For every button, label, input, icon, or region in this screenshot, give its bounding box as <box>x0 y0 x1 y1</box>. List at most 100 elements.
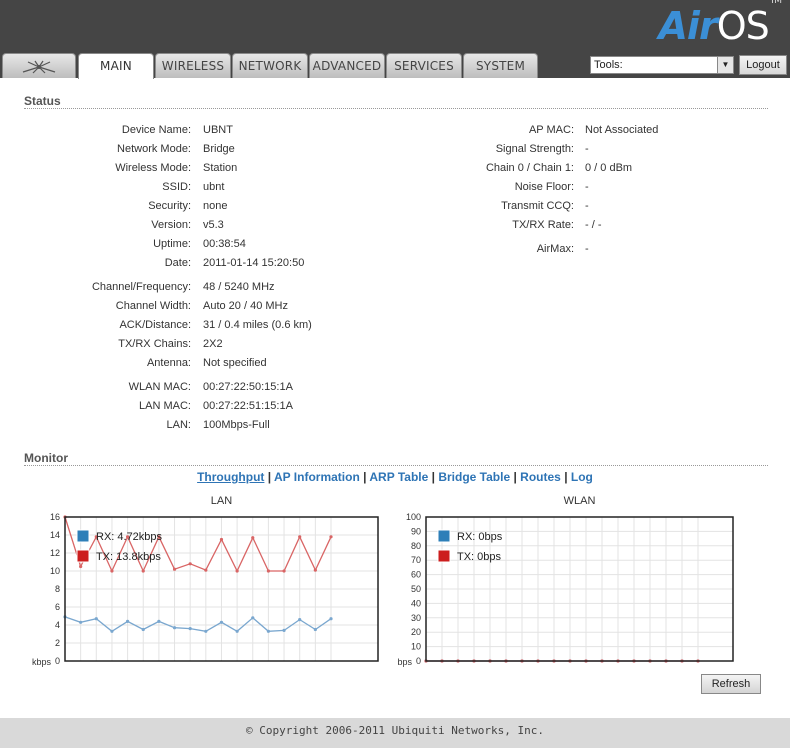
monitor-link-ap-information[interactable]: AP Information <box>274 470 360 484</box>
status-label: LAN: <box>166 419 191 431</box>
status-label: Transmit CCQ: <box>501 200 574 212</box>
tx-data-point <box>235 569 239 573</box>
status-label: TX/RX Chains: <box>118 338 191 350</box>
tools-select[interactable]: Tools: ▼ <box>590 56 734 74</box>
monitor-section-title: Monitor <box>24 451 68 465</box>
monitor-link-log[interactable]: Log <box>571 470 593 484</box>
monitor-link-arp-table[interactable]: ARP Table <box>369 470 428 484</box>
logout-button[interactable]: Logout <box>739 55 787 75</box>
status-value: none <box>203 200 228 212</box>
status-value: - <box>585 181 589 193</box>
status-value: 2X2 <box>203 338 223 350</box>
rx-data-point <box>79 620 83 624</box>
y-tick-label: 8 <box>55 584 60 594</box>
status-value: Station <box>203 162 238 174</box>
tx-data-point <box>204 568 208 572</box>
y-tick-label: 10 <box>50 566 60 576</box>
y-tick-label: 70 <box>411 555 421 565</box>
status-label: Chain 0 / Chain 1: <box>485 162 574 174</box>
status-value: 00:27:22:51:15:1A <box>203 400 293 412</box>
y-tick-label: 14 <box>50 530 60 540</box>
tx-legend-label: TX: 13.8kbps <box>96 551 161 563</box>
tab-system[interactable]: SYSTEM <box>463 53 538 78</box>
tab-advanced[interactable]: ADVANCED <box>309 53 385 78</box>
status-value: 00:38:54 <box>203 238 246 250</box>
monitor-link-routes[interactable]: Routes <box>520 470 561 484</box>
y-tick-label: 16 <box>50 512 60 522</box>
y-tick-label: 60 <box>411 570 421 580</box>
tab-main[interactable]: MAIN <box>78 53 154 79</box>
rx-legend-label: RX: 4.72kbps <box>96 531 163 543</box>
tab-ubiquiti-logo[interactable] <box>2 53 76 78</box>
tx-data-point <box>266 569 271 573</box>
y-tick-label: 50 <box>411 584 421 594</box>
status-value: - <box>585 243 589 255</box>
status-label: WLAN MAC: <box>128 381 191 393</box>
rx-data-point <box>172 626 177 630</box>
y-tick-label: 90 <box>411 526 421 536</box>
refresh-button[interactable]: Refresh <box>701 674 761 694</box>
status-label: Wireless Mode: <box>115 162 191 174</box>
status-value: 0 / 0 dBm <box>585 162 633 174</box>
monitor-link-throughput[interactable]: Throughput <box>197 470 264 484</box>
status-label: Network Mode: <box>117 143 191 155</box>
tx-data-point <box>329 535 333 539</box>
tab-network[interactable]: NETWORK <box>232 53 308 78</box>
rx-data-point <box>141 627 145 632</box>
rx-data-point <box>188 627 192 631</box>
status-value: Bridge <box>203 143 235 155</box>
status-value: 00:27:22:50:15:1A <box>203 381 293 393</box>
link-separator: | <box>363 470 367 484</box>
status-label: Channel Width: <box>115 300 191 312</box>
rx-data-point <box>94 617 98 621</box>
link-separator: | <box>431 470 435 484</box>
tx-data-point <box>141 569 145 573</box>
status-value: - <box>585 200 589 212</box>
y-tick-label: 0 <box>416 656 421 666</box>
rx-legend-swatch <box>437 529 451 543</box>
status-value: Not Associated <box>585 124 659 136</box>
y-tick-label: 4 <box>55 620 60 630</box>
y-tick-label: 6 <box>55 602 60 612</box>
tab-wireless[interactable]: WIRELESS <box>155 53 231 78</box>
tx-data-point <box>251 536 255 540</box>
tx-data-point <box>219 537 224 542</box>
rx-data-point <box>266 629 271 633</box>
status-label: Antenna: <box>146 357 191 369</box>
rx-data-point <box>329 617 333 621</box>
tx-data-point <box>188 562 192 566</box>
rx-data-point <box>157 619 161 623</box>
status-divider <box>24 108 768 109</box>
rx-data-point <box>110 629 114 633</box>
status-label: TX/RX Rate: <box>512 219 574 231</box>
link-separator: | <box>564 470 568 484</box>
tab-services[interactable]: SERVICES <box>386 53 462 78</box>
rx-data-point <box>235 629 239 633</box>
y-tick-label: 30 <box>411 613 421 623</box>
status-value: 2011-01-14 15:20:50 <box>203 257 305 269</box>
status-value: ubnt <box>203 181 225 193</box>
lan-throughput-chart: 0 2 4 6 8 10 12 14 16 kbps RX: 4.72kbps TX: 13.8kbp… <box>32 512 379 667</box>
link-separator: | <box>267 470 272 484</box>
status-label: Channel/Frequency: <box>91 281 191 293</box>
tx-legend-label: TX: 0bps <box>457 551 502 563</box>
monitor-link-bridge-table[interactable]: Bridge Table <box>438 470 510 484</box>
rx-legend-label: RX: 0bps <box>457 531 503 543</box>
tx-legend-swatch <box>76 549 90 563</box>
ubiquiti-logo-icon <box>22 60 56 74</box>
tx-data-point <box>313 568 317 572</box>
header-bar: AirOSTM MAIN WIRELESS NETWORK ADVANCED S… <box>0 0 790 79</box>
y-tick-label: 80 <box>411 541 421 551</box>
tools-select-value: Tools: <box>594 59 623 71</box>
status-value: 48 / 5240 MHz <box>203 281 275 293</box>
tx-data-point <box>298 535 302 539</box>
chevron-down-icon: ▼ <box>717 57 733 73</box>
status-label: Noise Floor: <box>514 181 574 193</box>
y-tick-label: 20 <box>411 627 421 637</box>
status-value: v5.3 <box>203 219 224 231</box>
tx-data-point <box>282 569 286 573</box>
monitor-links: Throughput | AP Information | ARP Table … <box>0 470 790 484</box>
unit-label: bps <box>397 657 412 667</box>
y-tick-label: 12 <box>50 548 60 558</box>
tx-data-point <box>79 564 83 569</box>
